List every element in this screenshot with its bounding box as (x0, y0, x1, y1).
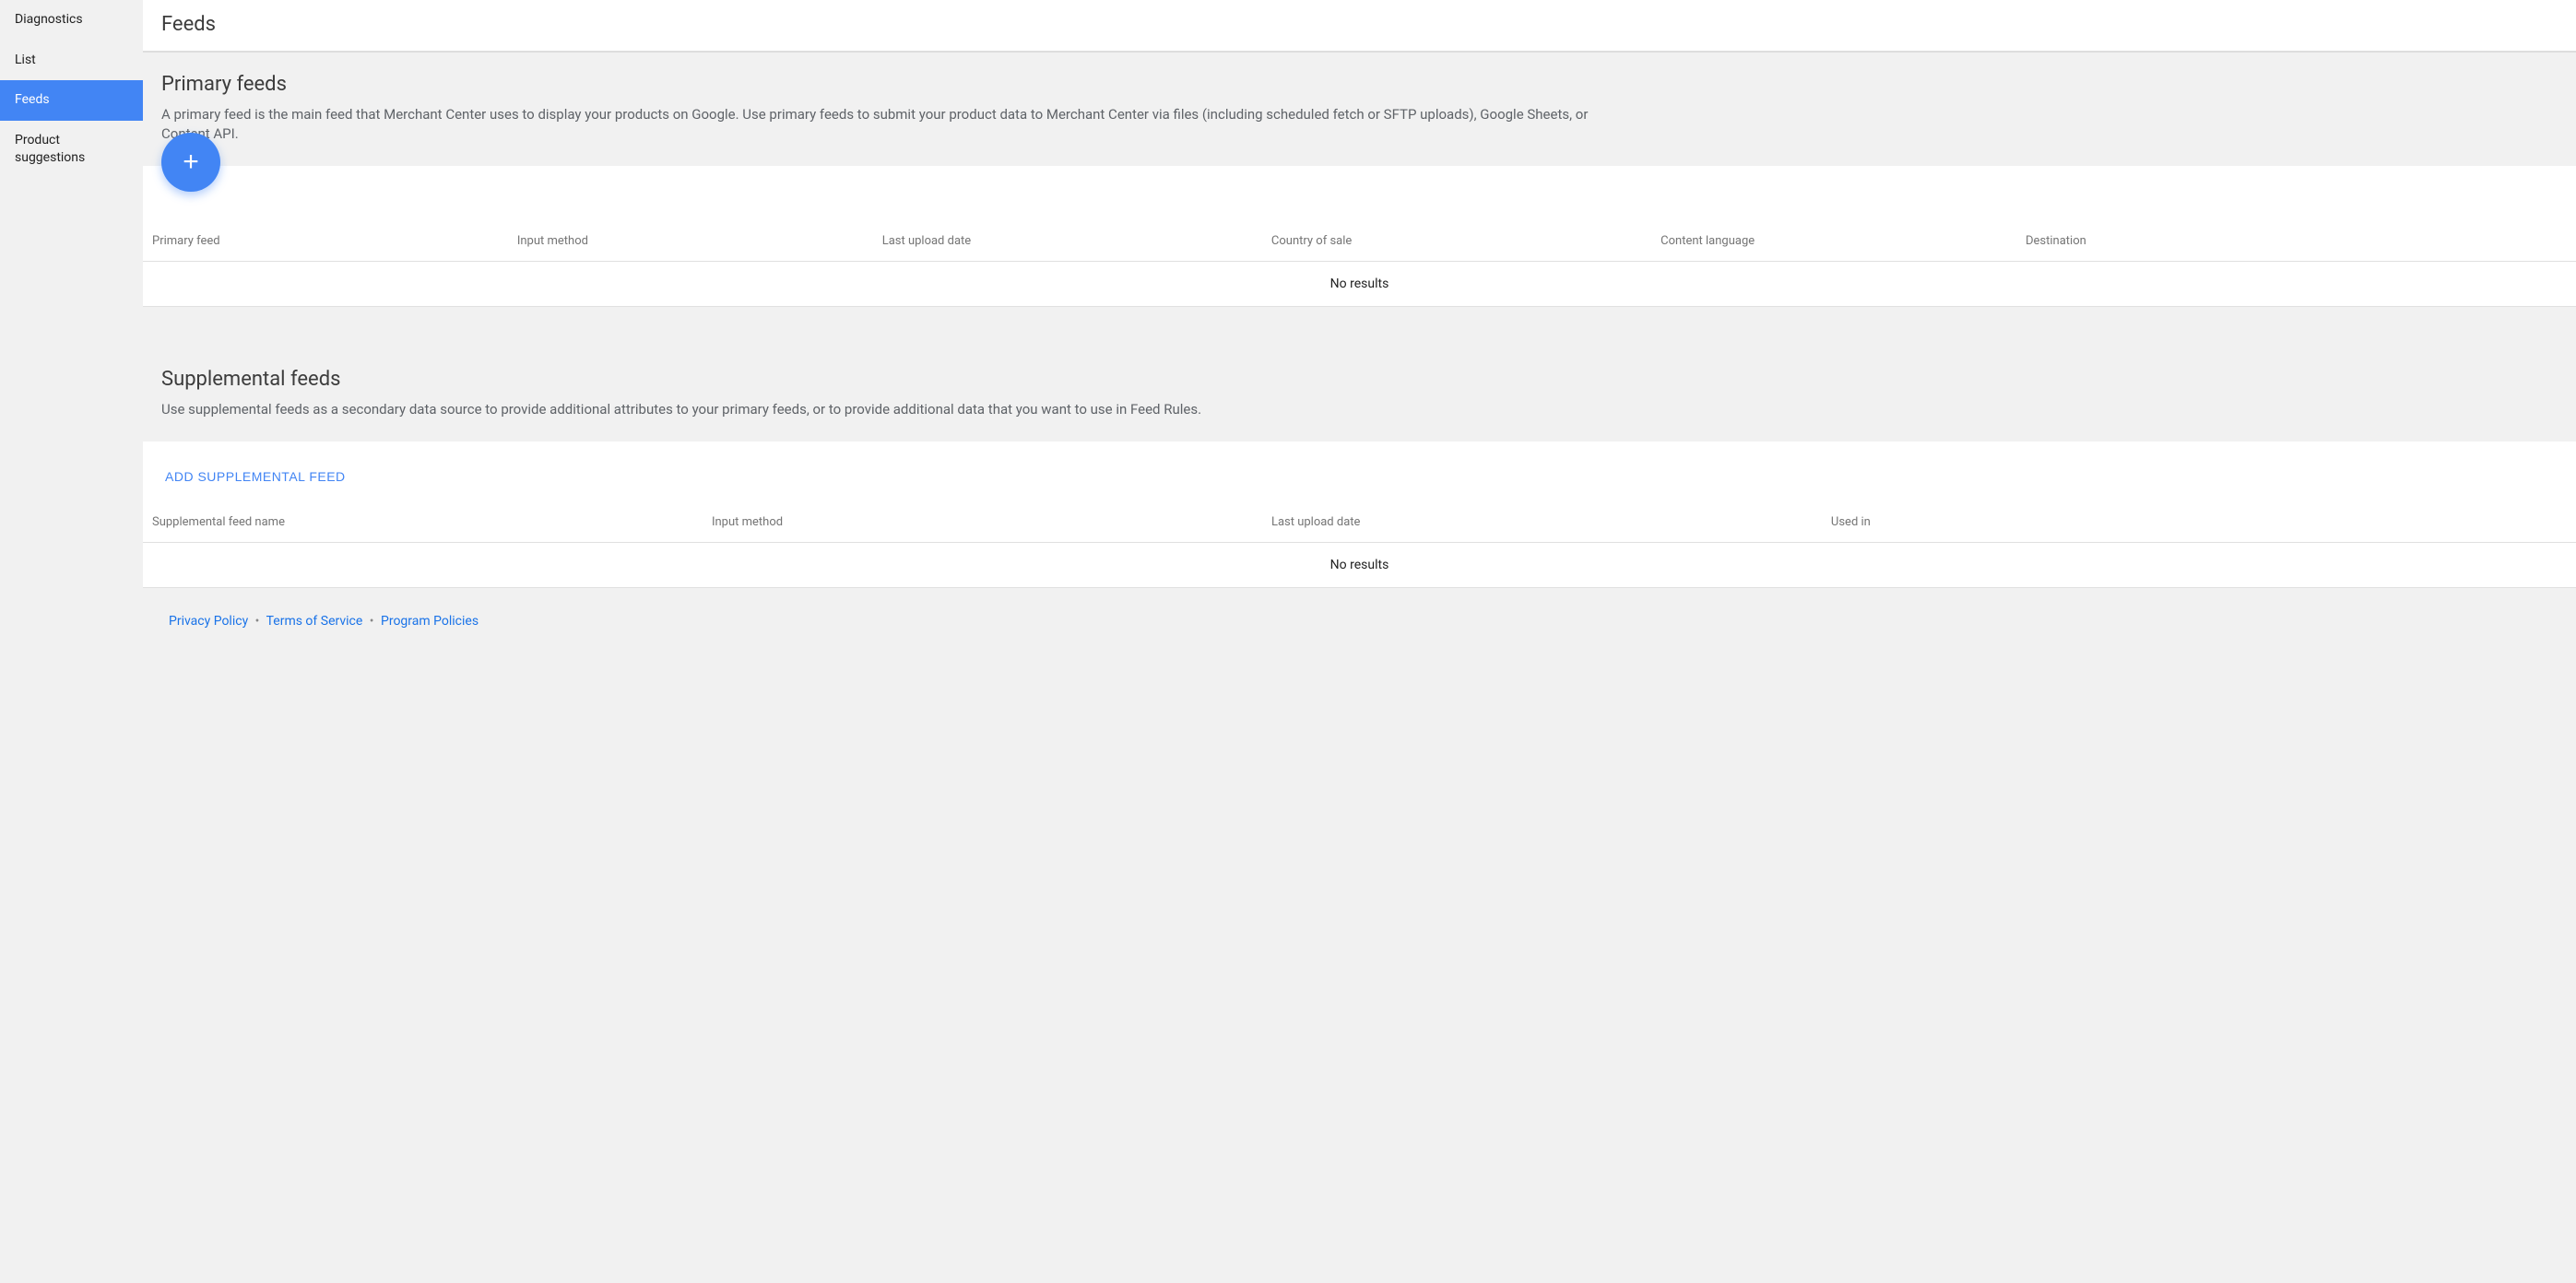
supplemental-feeds-title: Supplemental feeds (161, 368, 2558, 391)
supplemental-no-results: No results (143, 543, 2576, 588)
page-title: Feeds (161, 13, 2558, 36)
col-last-upload-date: Last upload date (873, 221, 1262, 262)
sidebar-item-diagnostics[interactable]: Diagnostics (0, 0, 143, 41)
supplemental-feeds-description: Use supplemental feeds as a secondary da… (161, 400, 1600, 419)
sidebar-item-list[interactable]: List (0, 41, 143, 81)
col-primary-feed: Primary feed (143, 221, 508, 262)
col-destination: Destination (2016, 221, 2576, 262)
separator-dot: • (370, 614, 374, 629)
primary-feeds-table: Primary feed Input method Last upload da… (143, 221, 2576, 307)
col-input-method: Input method (508, 221, 873, 262)
privacy-policy-link[interactable]: Privacy Policy (169, 614, 248, 629)
primary-feeds-table-wrap: + Primary feed Input method Last upload … (143, 166, 2576, 307)
sidebar-item-feeds[interactable]: Feeds (0, 80, 143, 121)
add-supplemental-feed-button[interactable]: ADD SUPPLEMENTAL FEED (161, 464, 349, 489)
col-content-language: Content language (1651, 221, 2016, 262)
sidebar: Diagnostics List Feeds Product suggestio… (0, 0, 143, 1283)
primary-feeds-title: Primary feeds (161, 73, 2558, 96)
sidebar-item-product-suggestions[interactable]: Product suggestions (0, 121, 143, 179)
terms-of-service-link[interactable]: Terms of Service (266, 614, 363, 629)
col-supp-last-upload: Last upload date (1262, 502, 1822, 543)
col-country-of-sale: Country of sale (1262, 221, 1651, 262)
program-policies-link[interactable]: Program Policies (381, 614, 479, 629)
primary-feeds-description: A primary feed is the main feed that Mer… (161, 105, 1600, 144)
footer: Privacy Policy • Terms of Service • Prog… (143, 588, 2576, 654)
primary-feeds-header: Primary feeds A primary feed is the main… (143, 53, 2576, 166)
primary-no-results: No results (143, 262, 2576, 307)
main-content: Feeds Primary feeds A primary feed is th… (143, 0, 2576, 1283)
col-supp-input-method: Input method (703, 502, 1262, 543)
separator-dot: • (255, 614, 260, 629)
plus-icon: + (183, 147, 199, 178)
col-supp-name: Supplemental feed name (143, 502, 703, 543)
supplemental-feeds-table: Supplemental feed name Input method Last… (143, 502, 2576, 588)
col-supp-used-in: Used in (1822, 502, 2576, 543)
supplemental-feeds-table-wrap: ADD SUPPLEMENTAL FEED Supplemental feed … (143, 441, 2576, 588)
supplemental-feeds-header: Supplemental feeds Use supplemental feed… (143, 347, 2576, 441)
add-primary-feed-button[interactable]: + (161, 133, 220, 192)
page-header: Feeds (143, 0, 2576, 53)
